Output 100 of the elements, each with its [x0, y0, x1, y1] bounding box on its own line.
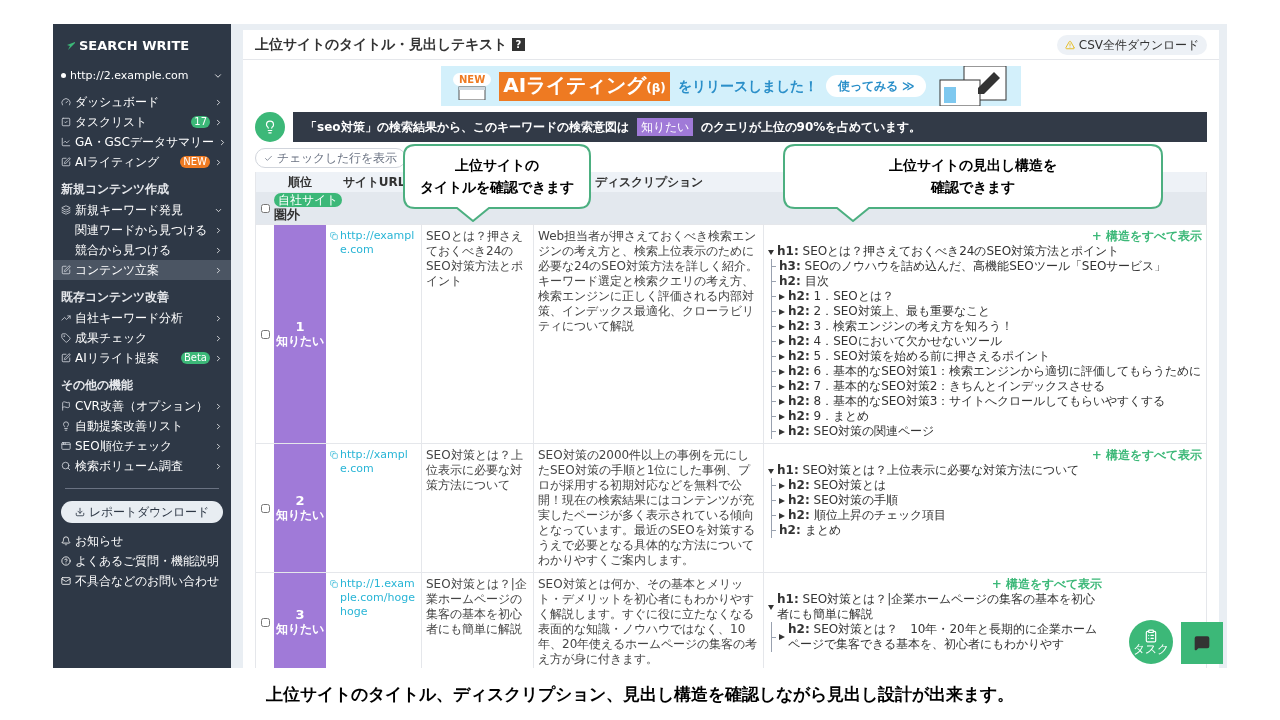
expand-triangle-icon[interactable]	[779, 368, 785, 375]
tag-icon	[61, 333, 71, 343]
sidebar-item[interactable]: CVR改善（オプション）	[53, 396, 231, 416]
collapse-triangle-icon[interactable]	[768, 248, 774, 255]
description-text: Web担当者が押さえておくべき検索エンジンの考え方と、検索上位表示のために必要な24のSEO対策方法を詳しく紹介。キーワード選定と検索クエリの考え方、検索エンジンに正しく評価される内部対策、インデックス最適化、クローラビリティについて解説	[538, 229, 759, 334]
heading-item: h2: 5．SEO対策を始める前に押さえるポイント	[788, 349, 1050, 364]
logo-icon	[65, 41, 75, 50]
rank-number: 2	[295, 493, 305, 508]
csv-download-button[interactable]: CSV全件ダウンロード	[1056, 34, 1207, 55]
sidebar-subitem[interactable]: 関連ワードから見つける	[53, 220, 231, 240]
title-text: SEOとは？押さえておくべき24のSEO対策方法とポイント	[426, 229, 524, 289]
new-label: NEW	[453, 72, 492, 86]
sidebar-item[interactable]: 新規キーワード発見	[53, 200, 231, 220]
expand-triangle-icon[interactable]	[779, 353, 785, 360]
footer-link[interactable]: よくあるご質問・機能説明	[53, 551, 231, 571]
expand-triangle-icon[interactable]	[779, 293, 785, 300]
own-site-badge: 自社サイト	[274, 193, 342, 207]
column-header: ディスクリプション	[595, 174, 703, 191]
sidebar-item[interactable]: タスクリスト 17	[53, 112, 231, 132]
expand-triangle-icon[interactable]	[779, 383, 785, 390]
check-icon	[264, 153, 273, 163]
trend-icon	[61, 313, 71, 323]
heading-item: h2: 目次	[779, 274, 829, 289]
section-heading: 既存コンテンツ改善	[60, 289, 170, 306]
bell-icon	[61, 536, 71, 546]
sidebar-item[interactable]: AIリライト提案 Beta	[53, 348, 231, 368]
pen-icon	[61, 353, 71, 363]
heading-item: h2: SEO対策の手順	[788, 493, 899, 508]
intent-label: 知りたい	[276, 508, 324, 523]
logo: SEARCH WRITE	[79, 37, 190, 55]
expand-triangle-icon[interactable]	[779, 413, 785, 420]
expand-triangle-icon[interactable]	[779, 512, 785, 519]
row-checkbox[interactable]	[260, 503, 270, 513]
chat-icon	[1194, 635, 1210, 651]
sidebar-item[interactable]: 成果チェック	[53, 328, 231, 348]
banner-title: AIライティング(β)	[499, 71, 670, 101]
expand-triangle-icon[interactable]	[779, 497, 785, 504]
sidebar-item[interactable]: 自動提案改善リスト	[53, 416, 231, 436]
chat-button[interactable]	[1181, 622, 1223, 664]
heading-item: h2: SEO対策とは？ 10年・20年と長期的に企業ホームページで集客できる基本を、初心者にもわかりやす	[788, 622, 1098, 652]
footer-link[interactable]: お知らせ	[53, 531, 231, 551]
heading-item: h1: SEOとは？押さえておくべき24のSEO対策方法とポイント	[777, 244, 1120, 259]
lightbulb-icon	[263, 120, 277, 134]
row-checkbox[interactable]	[260, 617, 270, 627]
intent-label: 知りたい	[276, 334, 324, 349]
sidebar-subitem[interactable]: 競合から見つける	[53, 240, 231, 260]
sidebar-item[interactable]: 検索ボリューム調査	[53, 456, 231, 476]
warning-icon	[1064, 39, 1075, 50]
help-button[interactable]: ?	[512, 38, 525, 51]
sidebar-item[interactable]: コンテンツ立案	[53, 260, 231, 280]
heading-item: h2: 順位上昇のチェック項目	[788, 508, 946, 523]
window-icon	[458, 85, 487, 100]
intent-tag: 知りたい	[636, 118, 693, 136]
site-selector[interactable]: http://2.example.com	[53, 67, 231, 84]
expand-triangle-icon[interactable]	[779, 634, 785, 640]
sidebar-item[interactable]: SEO順位チェック	[53, 436, 231, 456]
report-download-button[interactable]: レポートダウンロード	[61, 501, 223, 523]
expand-triangle-icon[interactable]	[779, 323, 785, 330]
section-heading: その他の機能	[60, 377, 134, 394]
sidebar-item[interactable]: AIライティング NEW	[53, 152, 231, 172]
download-icon	[75, 507, 85, 517]
heading-item: h2: SEO対策とは	[788, 478, 887, 493]
expand-triangle-icon[interactable]	[779, 482, 785, 489]
badge: NEW	[180, 156, 210, 168]
expand-triangle-icon[interactable]	[779, 398, 785, 405]
heading-item: h2: 6．基本的なSEO対策1：検索エンジンから適切に評価してもらうために	[788, 364, 1202, 379]
heading-item: h2: 4．SEOにおいて欠かせないツール	[788, 334, 1002, 349]
heading-item: h2: SEO対策の関連ページ	[788, 424, 935, 439]
description-text: SEO対策の2000件以上の事例を元にしたSEO対策の手順と1位にした事例、プロが採用する初期対応などを無料で公開！現在の検索結果にはコンテンツが充実したページが多く表示されている傾向となっています。最近のSEOを対策するうえで必要となる具体的な方法についてわかりやすくご案内します。	[538, 448, 756, 568]
column-header: サイトURL	[342, 174, 406, 191]
expand-triangle-icon[interactable]	[779, 308, 785, 315]
intent-label: 知りたい	[276, 622, 324, 637]
expand-triangle-icon[interactable]	[779, 428, 785, 435]
insight-text: 「seo対策」の検索結果から、このキーワードの検索意図は	[305, 119, 629, 136]
sidebar-item[interactable]: 自社キーワード分析	[53, 308, 231, 328]
footer-link[interactable]: 不具合などのお問い合わせ	[53, 571, 231, 591]
collapse-triangle-icon[interactable]	[768, 604, 774, 610]
checkbox-icon	[61, 117, 71, 127]
sidebar-item[interactable]: GA・GSCデータサマリー	[53, 132, 231, 152]
mail-icon	[61, 576, 71, 586]
collapse-triangle-icon[interactable]	[768, 467, 774, 474]
description-text: SEO対策とは何か、その基本とメリット・デメリットを初心者にもわかりやすく解説します。すぐに役に立たなくなる表面的な知識・ノウハウではなく、10年、20年使えるホームページの集客の考え方が身に付きます。	[538, 577, 759, 667]
promo-banner[interactable]: NEW AIライティング(β) をリリースしました！ 使ってみる ≫	[441, 66, 1021, 106]
heading-item: h2: 2．SEO対策上、最も重要なこと	[788, 304, 990, 319]
pen-icon	[61, 157, 71, 167]
caption: 上位サイトのタイトル、ディスクリプション、見出し構造を確認しながら見出し設計が出来ます。	[266, 683, 1014, 706]
expand-triangle-icon[interactable]	[779, 338, 785, 345]
section-heading: 新規コンテンツ作成	[60, 181, 170, 198]
badge: Beta	[180, 352, 210, 364]
flag-icon	[61, 401, 71, 411]
try-button[interactable]: 使ってみる ≫	[825, 75, 927, 97]
row-checkbox[interactable]	[260, 203, 270, 213]
rank-text: 圏外	[274, 207, 300, 223]
callout-text: 上位サイトの タイトルを確認できます	[420, 156, 574, 197]
insight-text: のクエリが上位の90%を占めています。	[700, 119, 922, 136]
sidebar-item[interactable]: ダッシュボード	[53, 92, 231, 112]
column-header: 順位	[288, 174, 312, 191]
heading-item: h2: 1．SEOとは？	[788, 289, 894, 304]
row-checkbox[interactable]	[260, 329, 270, 339]
heading-item: h2: 9．まとめ	[788, 409, 870, 424]
